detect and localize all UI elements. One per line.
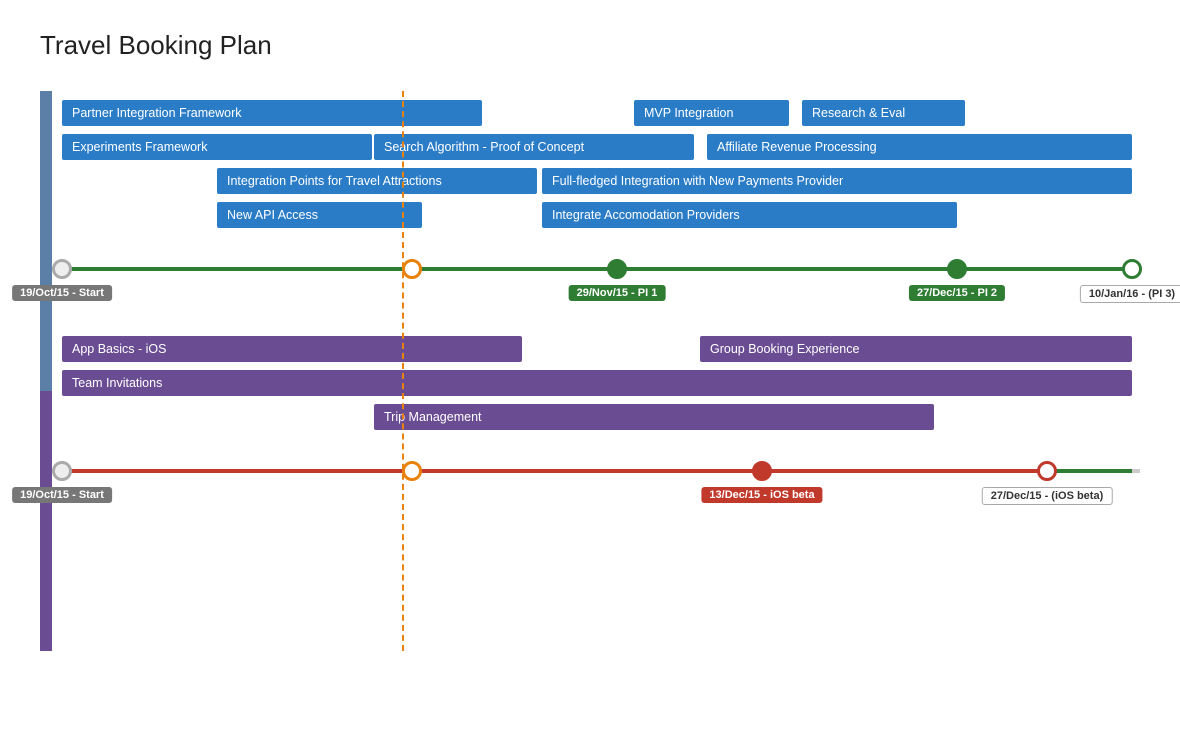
- milestone-ios-beta2-label: 27/Dec/15 - (iOS beta): [982, 487, 1113, 505]
- spacer: [62, 311, 1140, 327]
- bar-integration-points: Integration Points for Travel Attraction…: [217, 168, 537, 194]
- page-title: Travel Booking Plan: [40, 30, 1140, 61]
- bar-mvp-integration: MVP Integration: [634, 100, 789, 126]
- milestone-ios-beta2: [1037, 461, 1057, 481]
- gantt-body: Partner Integration Framework MVP Integr…: [52, 91, 1140, 651]
- bar-trip-management: Trip Management: [374, 404, 934, 430]
- bar-row: Integration Points for Travel Attraction…: [62, 167, 1140, 195]
- bar-row: Trip Management: [62, 403, 1140, 431]
- bottom-section: App Basics - iOS Group Booking Experienc…: [62, 327, 1140, 509]
- milestone-b-start-label: 19/Oct/15 - Start: [12, 487, 112, 503]
- bottom-section-bars: App Basics - iOS Group Booking Experienc…: [62, 327, 1140, 441]
- bar-row: App Basics - iOS Group Booking Experienc…: [62, 335, 1140, 363]
- milestone-pi2: [947, 259, 967, 279]
- bar-team-invitations: Team Invitations: [62, 370, 1132, 396]
- milestone-pi3-label: 10/Jan/16 - (PI 3): [1080, 285, 1180, 303]
- milestone-ios-beta-label: 13/Dec/15 - iOS beta: [701, 487, 822, 503]
- bar-experiments: Experiments Framework: [62, 134, 372, 160]
- left-bar: [40, 91, 52, 651]
- bar-group-booking: Group Booking Experience: [700, 336, 1132, 362]
- milestone-b-start: [52, 461, 72, 481]
- top-section-bars: Partner Integration Framework MVP Integr…: [62, 91, 1140, 239]
- bar-research-eval: Research & Eval: [802, 100, 965, 126]
- bar-row: Partner Integration Framework MVP Integr…: [62, 99, 1140, 127]
- top-section: Partner Integration Framework MVP Integr…: [62, 91, 1140, 307]
- bar-full-fledged: Full-fledged Integration with New Paymen…: [542, 168, 1132, 194]
- bar-new-api: New API Access: [217, 202, 422, 228]
- milestone-b-orange: [402, 461, 422, 481]
- timeline-green: [62, 267, 1132, 271]
- bar-row: Experiments Framework Search Algorithm -…: [62, 133, 1140, 161]
- milestone-pi1: [607, 259, 627, 279]
- milestone-pi3: [1122, 259, 1142, 279]
- bar-partner-integration: Partner Integration Framework: [62, 100, 482, 126]
- milestone-orange: [402, 259, 422, 279]
- bar-search-algo: Search Algorithm - Proof of Concept: [374, 134, 694, 160]
- bar-row: New API Access Integrate Accomodation Pr…: [62, 201, 1140, 229]
- milestone-start-label: 19/Oct/15 - Start: [12, 285, 112, 301]
- bar-row: Team Invitations: [62, 369, 1140, 397]
- bar-affiliate: Affiliate Revenue Processing: [707, 134, 1132, 160]
- timeline-green-b: [1047, 469, 1132, 473]
- bar-integrate-accom: Integrate Accomodation Providers: [542, 202, 957, 228]
- milestone-pi1-label: 29/Nov/15 - PI 1: [569, 285, 666, 301]
- top-timeline: 19/Oct/15 - Start 29/Nov/15 - PI 1 27/De…: [62, 247, 1140, 307]
- milestone-ios-beta: [752, 461, 772, 481]
- timeline-red: [62, 469, 1132, 473]
- milestone-start: [52, 259, 72, 279]
- bar-app-basics: App Basics - iOS: [62, 336, 522, 362]
- milestone-pi2-label: 27/Dec/15 - PI 2: [909, 285, 1005, 301]
- bottom-timeline: 19/Oct/15 - Start 13/Dec/15 - iOS beta 2…: [62, 449, 1140, 509]
